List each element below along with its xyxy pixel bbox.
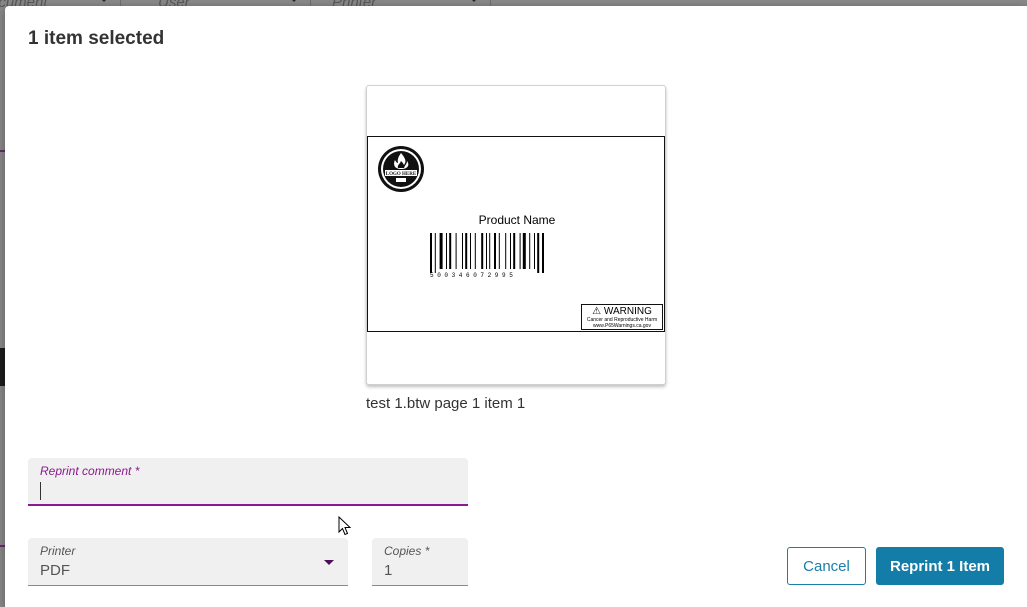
label-preview-card[interactable]: LOGO HERE Product Name 5 0 0 3 4 6 0 7 2… [366, 85, 666, 385]
barcode-bar [534, 233, 535, 269]
barcode-bar [481, 233, 484, 269]
copies-value[interactable]: 1 [384, 562, 392, 579]
chevron-down-icon [468, 0, 480, 2]
preview-caption: test 1.btw page 1 item 1 [366, 395, 526, 412]
barcode-bar [513, 233, 516, 269]
barcode-bar [486, 233, 487, 269]
barcode-bar [498, 233, 500, 269]
barcode-image: 5 0 0 3 4 6 0 7 2 9 9 5 [430, 233, 544, 279]
barcode-bar [537, 233, 540, 273]
reprint-comment-field[interactable]: Reprint comment * [28, 458, 468, 506]
reprint-comment-label: Reprint comment * [40, 464, 140, 478]
copies-field[interactable]: Copies * 1 [372, 538, 468, 586]
barcode-bar [462, 233, 463, 269]
svg-text:LOGO HERE: LOGO HERE [386, 172, 417, 177]
barcode-bar [465, 233, 468, 269]
barcode-bar [446, 233, 447, 269]
printer-value: PDF [40, 562, 70, 579]
warning-triangle-icon: ⚠ [592, 306, 602, 317]
label-preview: LOGO HERE Product Name 5 0 0 3 4 6 0 7 2… [367, 136, 665, 332]
mouse-pointer-icon [338, 516, 352, 536]
barcode-bar [510, 233, 511, 269]
barcode-bar [542, 233, 544, 273]
dialog-title: 1 item selected [28, 28, 165, 49]
barcode-bar [505, 233, 507, 269]
chevron-down-icon [288, 0, 300, 2]
reprint-dialog: 1 item selected LOGO HERE Product Name 5… [5, 6, 1027, 607]
barcode-bar [494, 233, 496, 269]
barcode-bar [529, 233, 531, 269]
dropdown-arrow-icon[interactable] [324, 560, 334, 565]
barcode-bar [519, 233, 521, 269]
logo-image: LOGO HERE [378, 146, 424, 192]
barcode-bar [522, 233, 526, 269]
warning-box: ⚠ WARNING Cancer and Reproductive Harm w… [581, 304, 663, 330]
barcode-bar [489, 233, 491, 269]
printer-select[interactable]: Printer PDF [28, 538, 348, 586]
copies-label: Copies * [384, 544, 430, 558]
barcode-bar [449, 233, 452, 269]
reprint-button[interactable]: Reprint 1 Item [876, 547, 1004, 585]
chevron-down-icon [98, 0, 110, 2]
cancel-button[interactable]: Cancel [787, 547, 866, 585]
barcode-bar [470, 233, 471, 269]
svg-text:5 0 0 3 4 6 0 7 2 9 9 5: 5 0 0 3 4 6 0 7 2 9 9 5 [430, 272, 513, 279]
barcode-bar [455, 233, 457, 269]
barcode-bar [439, 233, 443, 269]
barcode-bar [474, 233, 476, 269]
barcode-bar [430, 233, 432, 273]
text-cursor [40, 482, 41, 500]
printer-label: Printer [40, 544, 76, 558]
barcode-bar [434, 233, 436, 273]
product-name: Product Name [478, 213, 556, 227]
